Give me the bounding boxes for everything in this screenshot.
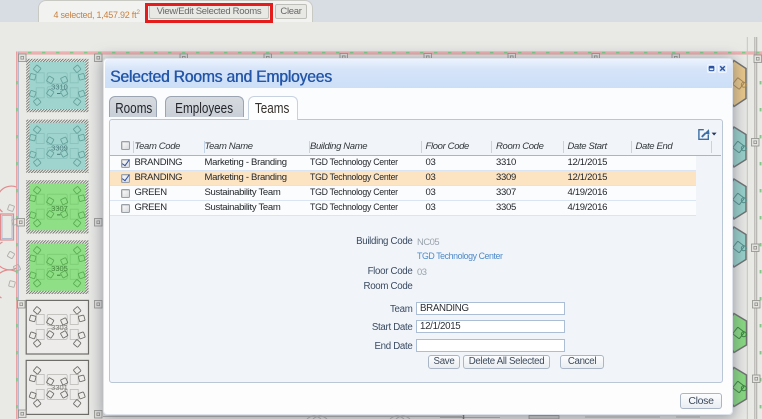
svg-text:3309: 3309 [51, 143, 68, 152]
svg-text:3301: 3301 [51, 383, 68, 392]
svg-text:3307: 3307 [51, 204, 68, 213]
svg-text:3305: 3305 [51, 264, 68, 273]
svg-text:3303: 3303 [51, 323, 68, 332]
svg-text:3310: 3310 [51, 83, 68, 92]
